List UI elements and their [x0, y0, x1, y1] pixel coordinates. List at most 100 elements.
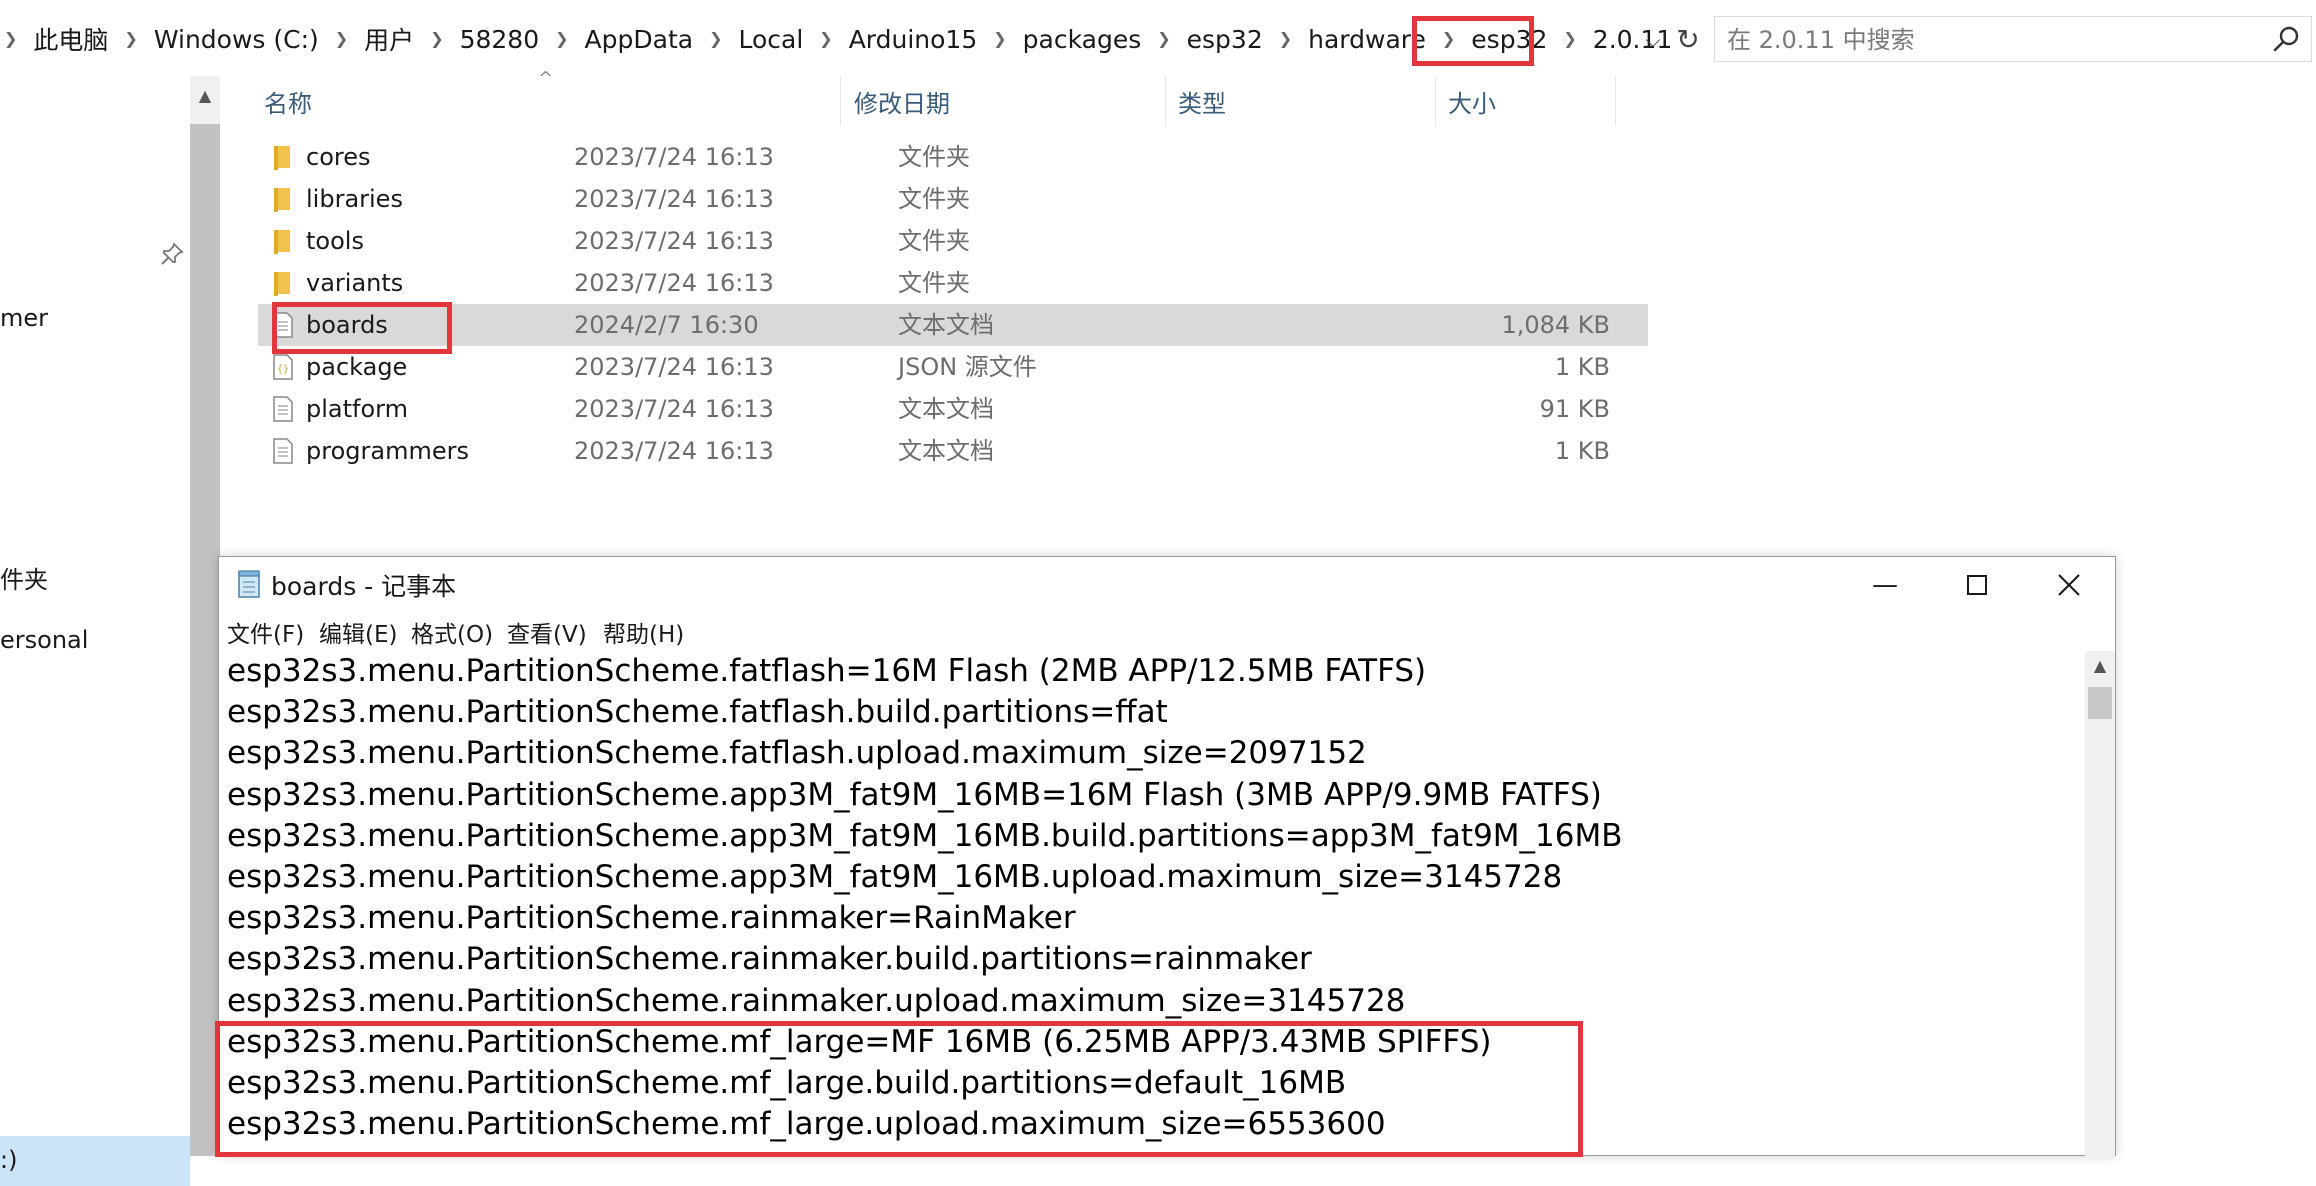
- file-type: 文件夹: [898, 185, 970, 213]
- search-box[interactable]: [1714, 16, 2312, 62]
- column-header-name[interactable]: 名称: [264, 82, 312, 126]
- chevron-right-icon[interactable]: ❯: [993, 29, 1006, 48]
- file-row-programmers[interactable]: programmers 2023/7/24 16:13 文本文档 1 KB: [258, 430, 1648, 472]
- breadcrumb-users[interactable]: 用户: [362, 21, 416, 57]
- breadcrumb-local[interactable]: Local: [736, 25, 805, 54]
- breadcrumb-arduino15[interactable]: Arduino15: [847, 25, 980, 54]
- menu-format[interactable]: 格式(O): [411, 615, 493, 649]
- chevron-right-icon[interactable]: ❯: [4, 29, 17, 48]
- notepad-text-area[interactable]: esp32s3.menu.PartitionScheme.fatflash=16…: [227, 651, 2087, 1157]
- column-divider[interactable]: [1435, 76, 1436, 126]
- folder-icon: [274, 188, 290, 212]
- chevron-down-icon[interactable]: ⌵: [1638, 22, 1668, 58]
- file-name: programmers: [306, 437, 469, 465]
- notepad-titlebar[interactable]: boards - 记事本 —: [219, 557, 2115, 613]
- text-line: esp32s3.menu.PartitionScheme.mf_large.bu…: [227, 1064, 1347, 1101]
- chevron-right-icon[interactable]: ❯: [430, 29, 443, 48]
- breadcrumb-esp32[interactable]: esp32: [1185, 25, 1265, 54]
- text-line: esp32s3.menu.PartitionScheme.app3M_fat9M…: [227, 858, 1563, 895]
- scroll-up-icon[interactable]: ▲: [2085, 651, 2115, 681]
- chevron-right-icon[interactable]: ❯: [1563, 29, 1576, 48]
- file-date: 2023/7/24 16:13: [574, 185, 774, 213]
- column-divider[interactable]: [840, 76, 841, 126]
- file-name: variants: [306, 269, 404, 297]
- nav-scrollbar[interactable]: ▲: [190, 76, 220, 1156]
- column-header-size[interactable]: 大小: [1448, 82, 1496, 126]
- nav-item-partial-2[interactable]: 件夹: [0, 560, 48, 595]
- file-row-boards[interactable]: boards 2024/2/7 16:30 文本文档 1,084 KB: [258, 304, 1648, 346]
- file-date: 2023/7/24 16:13: [574, 437, 774, 465]
- close-button[interactable]: [2023, 557, 2115, 613]
- breadcrumb-windows-c[interactable]: Windows (C:): [152, 25, 321, 54]
- text-file-icon: [273, 396, 293, 422]
- text-file-icon: [273, 312, 293, 338]
- scroll-up-icon[interactable]: ▲: [190, 76, 220, 116]
- file-date: 2023/7/24 16:13: [574, 353, 774, 381]
- sort-ascending-icon: ^: [538, 68, 554, 89]
- search-input[interactable]: [1725, 21, 2259, 59]
- svg-text:{}: {}: [277, 364, 289, 375]
- text-line: esp32s3.menu.PartitionScheme.fatflash.up…: [227, 735, 1367, 772]
- json-file-icon: {}: [273, 354, 293, 380]
- file-date: 2023/7/24 16:13: [574, 395, 774, 423]
- file-row-tools[interactable]: tools 2023/7/24 16:13 文件夹: [258, 220, 1648, 262]
- menu-view[interactable]: 查看(V): [507, 615, 587, 649]
- chevron-right-icon[interactable]: ❯: [1157, 29, 1170, 48]
- file-type: JSON 源文件: [898, 353, 1037, 381]
- notepad-scrollbar[interactable]: ▲: [2085, 651, 2115, 1157]
- pin-icon[interactable]: [160, 242, 184, 266]
- menu-file[interactable]: 文件(F): [227, 615, 304, 649]
- file-size: 1 KB: [1554, 353, 1610, 381]
- notepad-window: boards - 记事本 — 文件(F) 编辑(E) 格式(O) 查看(V) 帮…: [215, 556, 2116, 1157]
- notepad-icon: [238, 570, 260, 598]
- search-icon[interactable]: [2273, 25, 2301, 53]
- notepad-title: boards - 记事本: [271, 572, 457, 601]
- chevron-right-icon[interactable]: ❯: [124, 29, 137, 48]
- breadcrumb-user-folder[interactable]: 58280: [458, 25, 542, 54]
- chevron-right-icon[interactable]: ❯: [555, 29, 568, 48]
- file-row-package[interactable]: {} package 2023/7/24 16:13 JSON 源文件 1 KB: [258, 346, 1648, 388]
- chevron-right-icon[interactable]: ❯: [1279, 29, 1292, 48]
- chevron-right-icon[interactable]: ❯: [709, 29, 722, 48]
- chevron-right-icon[interactable]: ❯: [1442, 29, 1455, 48]
- file-size: [1258, 136, 1610, 178]
- menu-help[interactable]: 帮助(H): [603, 615, 684, 649]
- file-size: 91 KB: [1539, 395, 1610, 423]
- breadcrumb-hardware[interactable]: hardware: [1306, 25, 1428, 54]
- folder-icon: [274, 230, 290, 254]
- column-divider[interactable]: [1615, 76, 1616, 126]
- breadcrumb-this-pc[interactable]: 此电脑: [31, 21, 110, 57]
- menu-edit[interactable]: 编辑(E): [319, 615, 397, 649]
- nav-item-partial-1[interactable]: mer: [0, 304, 48, 332]
- column-divider[interactable]: [1165, 76, 1166, 126]
- breadcrumb[interactable]: ❯ 此电脑 ❯ Windows (C:) ❯ 用户 ❯ 58280 ❯ AppD…: [0, 16, 1674, 62]
- file-size: [1258, 262, 1610, 304]
- refresh-button[interactable]: ↻: [1670, 22, 1706, 58]
- file-row-libraries[interactable]: libraries 2023/7/24 16:13 文件夹: [258, 178, 1648, 220]
- file-row-platform[interactable]: platform 2023/7/24 16:13 文本文档 91 KB: [258, 388, 1648, 430]
- minimize-button[interactable]: —: [1839, 557, 1931, 613]
- file-type: 文本文档: [898, 437, 994, 465]
- breadcrumb-esp32-hardware[interactable]: esp32: [1469, 25, 1549, 54]
- column-header-type[interactable]: 类型: [1178, 82, 1226, 126]
- file-date: 2023/7/24 16:13: [574, 269, 774, 297]
- file-row-cores[interactable]: cores 2023/7/24 16:13 文件夹: [258, 136, 1648, 178]
- chevron-right-icon[interactable]: ❯: [335, 29, 348, 48]
- file-list: ^ 名称 修改日期 类型 大小 cores 2023/7/24 16:13 文件…: [220, 68, 2316, 556]
- file-size: 1 KB: [1554, 437, 1610, 465]
- notepad-scrollbar-thumb[interactable]: [2088, 687, 2112, 719]
- file-size: [1258, 178, 1610, 220]
- file-row-variants[interactable]: variants 2023/7/24 16:13 文件夹: [258, 262, 1648, 304]
- text-line: esp32s3.menu.PartitionScheme.mf_large=MF…: [227, 1023, 1492, 1060]
- nav-item-partial-3[interactable]: ersonal: [0, 626, 88, 654]
- nav-item-selected[interactable]: :): [0, 1136, 190, 1186]
- breadcrumb-packages[interactable]: packages: [1021, 25, 1144, 54]
- breadcrumb-appdata[interactable]: AppData: [583, 25, 696, 54]
- text-line: esp32s3.menu.PartitionScheme.fatflash=16…: [227, 653, 1427, 689]
- chevron-right-icon[interactable]: ❯: [819, 29, 832, 48]
- nav-scrollbar-thumb[interactable]: [190, 124, 220, 1156]
- file-size: [1258, 220, 1610, 262]
- column-header-date[interactable]: 修改日期: [854, 82, 950, 126]
- maximize-button[interactable]: [1931, 557, 2023, 613]
- file-size: 1,084 KB: [1501, 311, 1610, 339]
